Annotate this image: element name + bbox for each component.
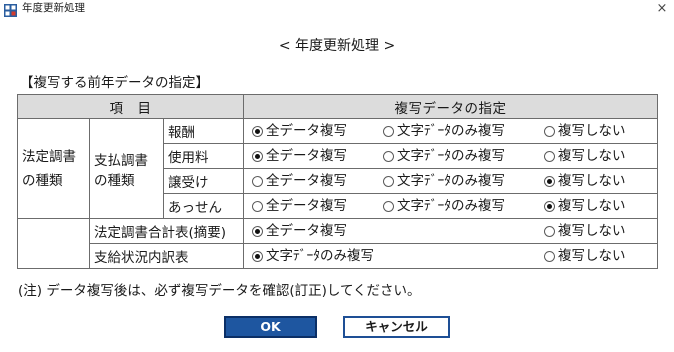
radio-circle[interactable] [544,125,555,137]
group-sub-line-2: の種類 [89,168,164,219]
option-label: 複写しない [558,123,626,139]
radio-assen-none[interactable]: 複写しない [544,198,626,214]
radio-circle[interactable] [544,225,555,237]
group-main-line-1: 法定調書 [22,148,76,165]
ok-button[interactable]: OK [224,316,317,338]
radio-circle[interactable] [544,200,555,212]
radio-shikyu-text[interactable]: 文字ﾃﾞｰﾀのみ複写 [252,248,374,264]
copy-settings-table: 項 目 複写データの指定 法定調書 の種類 支払調書 報酬 全データ複写 文字ﾃ… [17,94,658,269]
row-label-shikyu: 支給状況内訳表 [89,243,244,269]
option-label: 全データ複写 [266,223,347,239]
group-empty-cell [17,218,90,244]
close-icon[interactable]: × [654,0,670,18]
radio-assen-text[interactable]: 文字ﾃﾞｰﾀのみ複写 [383,198,505,214]
app-icon [4,2,17,17]
option-label: 文字ﾃﾞｰﾀのみ複写 [266,248,374,264]
radio-hoshu-text[interactable]: 文字ﾃﾞｰﾀのみ複写 [383,123,505,139]
option-label: 複写しない [558,198,626,214]
option-label: 複写しない [558,223,626,239]
option-label: 文字ﾃﾞｰﾀのみ複写 [397,198,505,214]
radio-hoshu-none[interactable]: 複写しない [544,123,626,139]
option-label: 複写しない [558,148,626,164]
option-label: 文字ﾃﾞｰﾀのみ複写 [397,123,505,139]
page-heading: < 年度更新処理 > [278,38,396,54]
header-item: 項 目 [17,94,244,119]
row-label-gokei: 法定調書合計表(摘要) [89,218,244,244]
option-label: 全データ複写 [266,123,347,139]
radio-circle[interactable] [252,150,263,162]
group-sub-line-1: 支払調書 [89,118,164,169]
title-bar: 年度更新処理 × [0,0,674,18]
option-label: 複写しない [558,248,626,264]
radio-circle[interactable] [383,150,394,162]
note-text: (注) データ複写後は、必ず複写データを確認(訂正)してください。 [18,283,421,299]
row-options-shikyu: 文字ﾃﾞｰﾀのみ複写 複写しない [245,245,657,268]
window-title: 年度更新処理 [22,2,85,14]
radio-circle[interactable] [383,125,394,137]
radio-shikyu-none[interactable]: 複写しない [544,248,626,264]
row-label-shiyoryo: 使用料 [163,143,244,169]
group-main-line-2: の種類 [22,172,63,189]
radio-circle[interactable] [252,200,263,212]
radio-circle[interactable] [252,225,263,237]
cancel-button[interactable]: キャンセル [343,316,450,338]
radio-circle[interactable] [252,250,263,262]
row-label-joju: 譲受け [163,168,244,194]
option-label: 複写しない [558,173,626,189]
radio-circle[interactable] [383,175,394,187]
group-empty-cell [17,243,90,269]
group-main-label: 法定調書 の種類 [17,118,90,219]
row-options-shiyoryo: 全データ複写 文字ﾃﾞｰﾀのみ複写 複写しない [245,145,657,168]
option-label: 全データ複写 [266,173,347,189]
radio-shiyoryo-text[interactable]: 文字ﾃﾞｰﾀのみ複写 [383,148,505,164]
radio-joju-text[interactable]: 文字ﾃﾞｰﾀのみ複写 [383,173,505,189]
radio-circle[interactable] [383,200,394,212]
option-label: 全データ複写 [266,198,347,214]
row-options-joju: 全データ複写 文字ﾃﾞｰﾀのみ複写 複写しない [245,170,657,193]
radio-gokei-all[interactable]: 全データ複写 [252,223,347,239]
radio-shiyoryo-none[interactable]: 複写しない [544,148,626,164]
radio-assen-all[interactable]: 全データ複写 [252,198,347,214]
radio-circle[interactable] [252,125,263,137]
radio-circle[interactable] [544,150,555,162]
row-options-gokei: 全データ複写 複写しない [245,220,657,243]
row-label-hoshu: 報酬 [163,118,244,144]
radio-joju-none[interactable]: 複写しない [544,173,626,189]
row-options-hoshu: 全データ複写 文字ﾃﾞｰﾀのみ複写 複写しない [245,120,657,143]
option-label: 文字ﾃﾞｰﾀのみ複写 [397,173,505,189]
option-label: 全データ複写 [266,148,347,164]
row-label-assen: あっせん [163,193,244,219]
radio-shiyoryo-all[interactable]: 全データ複写 [252,148,347,164]
radio-circle[interactable] [544,175,555,187]
radio-circle[interactable] [252,175,263,187]
header-spec: 複写データの指定 [243,94,658,119]
radio-gokei-none[interactable]: 複写しない [544,223,626,239]
radio-circle[interactable] [544,250,555,262]
radio-hoshu-all[interactable]: 全データ複写 [252,123,347,139]
row-options-assen: 全データ複写 文字ﾃﾞｰﾀのみ複写 複写しない [245,195,657,218]
option-label: 文字ﾃﾞｰﾀのみ複写 [397,148,505,164]
section-label: 【複写する前年データの指定】 [20,75,209,91]
radio-joju-all[interactable]: 全データ複写 [252,173,347,189]
